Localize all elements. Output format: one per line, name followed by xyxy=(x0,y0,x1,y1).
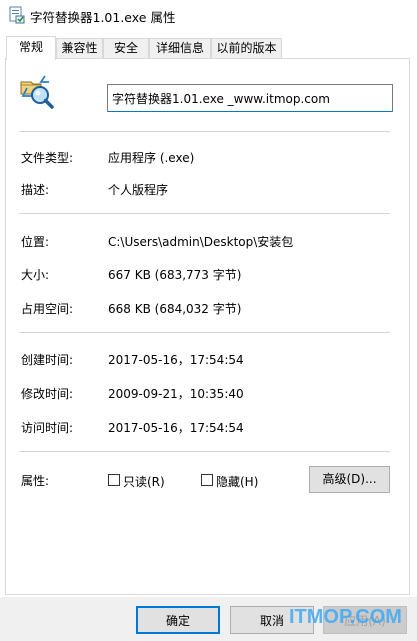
title-bar: 字符替换器1.01.exe 属性 xyxy=(0,0,417,30)
readonly-checkbox[interactable] xyxy=(108,474,120,486)
hidden-checkbox[interactable] xyxy=(201,474,213,486)
readonly-label[interactable]: 只读(R) xyxy=(123,473,165,490)
window-title: 字符替换器1.01.exe 属性 xyxy=(30,10,176,25)
location-value: C:\Users\admin\Desktop\安装包 xyxy=(108,235,294,249)
tab-compatibility[interactable]: 兼容性 xyxy=(56,38,103,58)
modified-label: 修改时间: xyxy=(21,387,74,401)
disk-size-value: 668 KB (684,032 字节) xyxy=(108,302,242,316)
size-value: 667 KB (683,773 字节) xyxy=(108,268,242,282)
size-label: 大小: xyxy=(21,268,50,282)
accessed-label: 访问时间: xyxy=(21,421,74,435)
created-label: 创建时间: xyxy=(21,353,74,367)
description-label: 描述: xyxy=(21,183,50,197)
accessed-value: 2017-05-16，17:54:54 xyxy=(108,421,244,435)
divider xyxy=(19,213,390,214)
tab-general[interactable]: 常规 xyxy=(6,36,56,60)
location-label: 位置: xyxy=(21,235,50,249)
file-type-value: 应用程序 (.exe) xyxy=(108,151,195,165)
ok-button[interactable]: 确定 xyxy=(136,606,220,634)
modified-value: 2009-09-21，10:35:40 xyxy=(108,387,244,401)
text-replace-icon xyxy=(20,75,54,109)
hidden-label[interactable]: 隐藏(H) xyxy=(216,473,258,490)
advanced-button[interactable]: 高级(D)... xyxy=(309,466,390,493)
divider xyxy=(19,332,390,333)
tab-previous-versions[interactable]: 以前的版本 xyxy=(211,38,282,58)
attributes-label: 属性: xyxy=(21,474,50,488)
disk-size-label: 占用空间: xyxy=(21,302,74,316)
general-panel xyxy=(5,58,410,595)
created-value: 2017-05-16，17:54:54 xyxy=(108,353,244,367)
site-watermark: ITMOP.COM xyxy=(289,606,402,628)
divider xyxy=(19,131,390,132)
divider xyxy=(19,451,390,452)
description-value: 个人版程序 xyxy=(108,183,169,197)
filename-input[interactable] xyxy=(107,84,393,112)
tab-details[interactable]: 详细信息 xyxy=(149,38,211,58)
tab-security[interactable]: 安全 xyxy=(103,38,149,58)
file-properties-icon xyxy=(9,6,25,24)
file-type-label: 文件类型: xyxy=(21,151,74,165)
